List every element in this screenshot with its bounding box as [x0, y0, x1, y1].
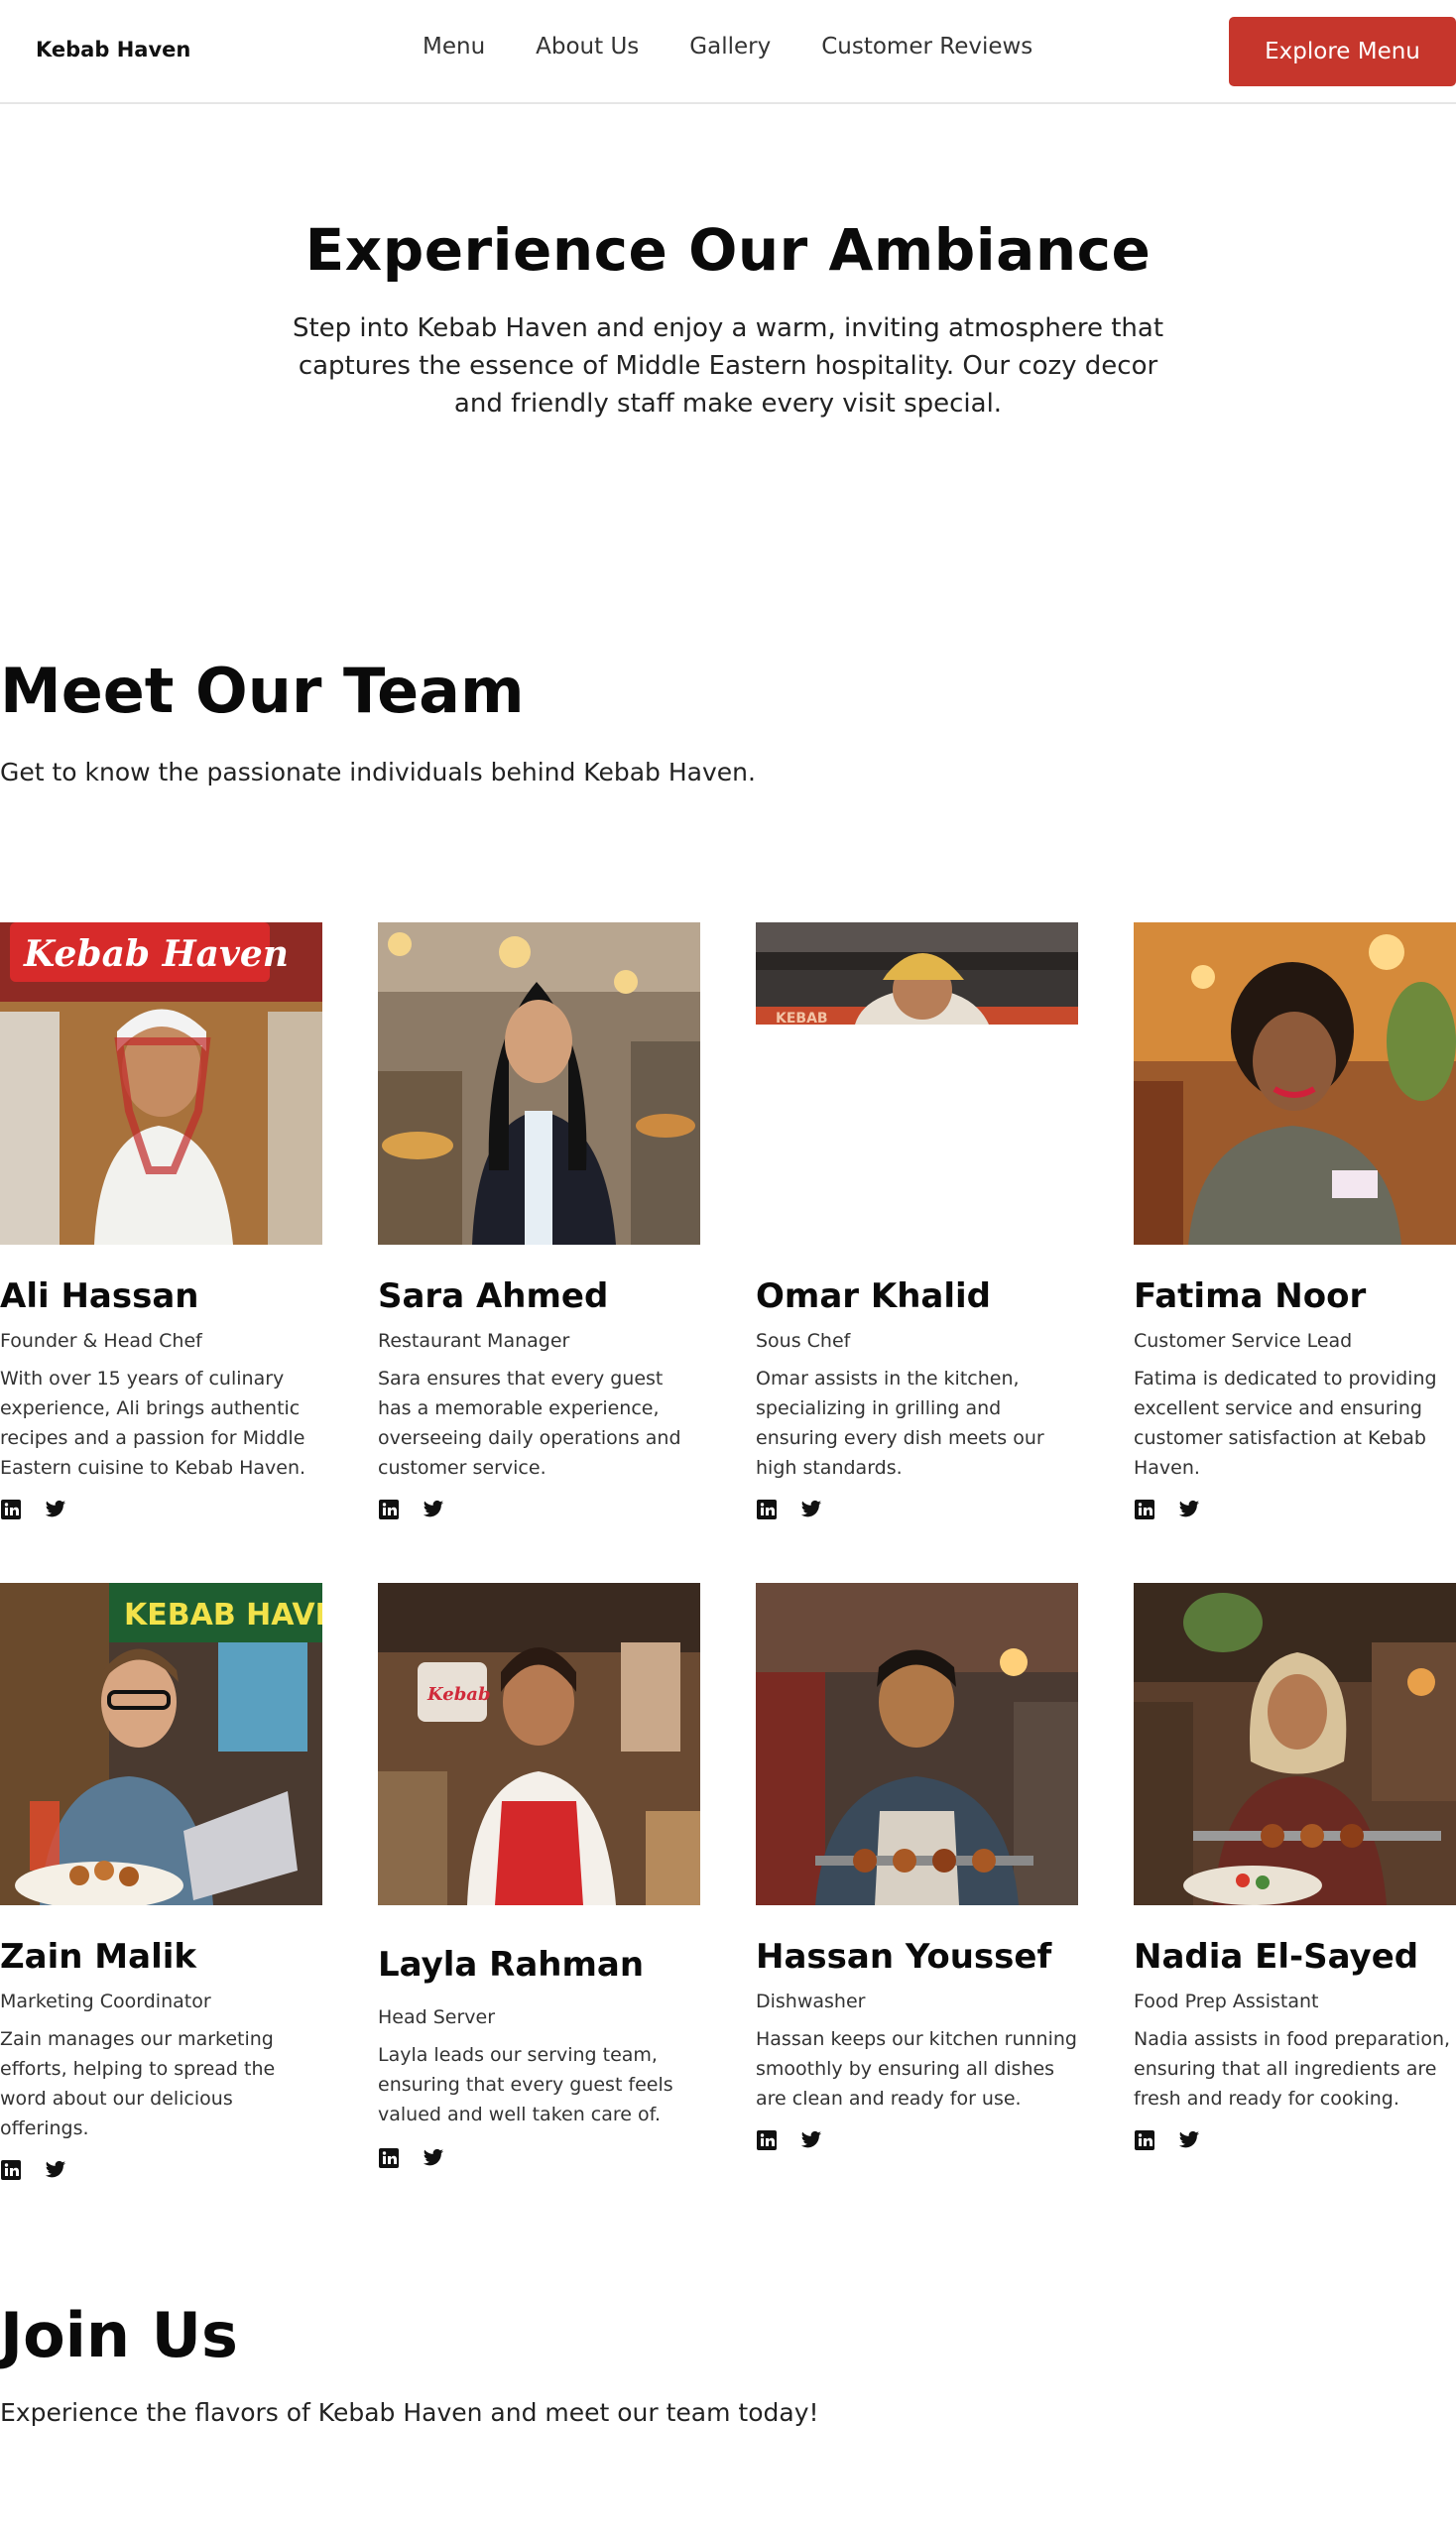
team-member-role: Food Prep Assistant: [1134, 1991, 1319, 2012]
team-member-name: Sara Ahmed: [378, 1276, 609, 1316]
team-member-role: Marketing Coordinator: [0, 1991, 211, 2012]
social-links: [756, 2129, 1078, 2151]
nav-link-about-us[interactable]: About Us: [536, 34, 639, 60]
team-member-photo: KEBAB HAVEN: [0, 1583, 322, 1905]
team-member-bio: Omar assists in the kitchen, specializin…: [756, 1368, 1044, 1479]
team-member-photo: [1134, 1583, 1456, 1905]
photo-sign-text: KEBAB: [776, 1011, 828, 1027]
team-member-role: Restaurant Manager: [378, 1330, 570, 1352]
social-links: [0, 2159, 322, 2181]
team-card: KEBAB Omar Khalid Sous Chef Omar assists…: [756, 922, 1078, 1520]
nav-link-menu[interactable]: Menu: [423, 34, 485, 60]
team-member-role: Founder & Head Chef: [0, 1330, 202, 1352]
team-member-role: Dishwasher: [756, 1991, 866, 2012]
linkedin-icon[interactable]: [1134, 1499, 1155, 1520]
linkedin-icon[interactable]: [378, 2147, 400, 2169]
twitter-icon[interactable]: [1178, 1499, 1200, 1520]
social-links: [756, 1499, 1078, 1520]
linkedin-icon[interactable]: [756, 1499, 778, 1520]
team-member-photo: Kebab: [378, 1583, 700, 1905]
join-title: Join Us: [0, 2299, 238, 2371]
team-subtitle: Get to know the passionate individuals b…: [0, 758, 756, 786]
linkedin-icon[interactable]: [756, 2129, 778, 2151]
team-card: Kebab Haven Ali Hassan Founder & Head Ch…: [0, 922, 322, 1520]
team-member-name: Omar Khalid: [756, 1276, 992, 1316]
team-card: Nadia El-Sayed Food Prep Assistant Nadia…: [1134, 1583, 1456, 2151]
team-member-name: Fatima Noor: [1134, 1276, 1367, 1316]
twitter-icon[interactable]: [800, 1499, 822, 1520]
ambiance-section: Experience Our Ambiance Step into Kebab …: [0, 216, 1456, 423]
nav-link-gallery[interactable]: Gallery: [689, 34, 771, 60]
team-member-role: Customer Service Lead: [1134, 1330, 1353, 1352]
linkedin-icon[interactable]: [1134, 2129, 1155, 2151]
team-member-bio: With over 15 years of culinary experienc…: [0, 1368, 306, 1479]
twitter-icon[interactable]: [800, 2129, 822, 2151]
team-member-bio: Nadia assists in food preparation, ensur…: [1134, 2028, 1451, 2110]
social-links: [0, 1499, 322, 1520]
team-card: Fatima Noor Customer Service Lead Fatima…: [1134, 922, 1456, 1520]
linkedin-icon[interactable]: [0, 1499, 22, 1520]
twitter-icon[interactable]: [423, 2147, 444, 2169]
team-card: Sara Ahmed Restaurant Manager Sara ensur…: [378, 922, 700, 1520]
top-navbar: Kebab Haven Menu About Us Gallery Custom…: [0, 0, 1456, 104]
social-links: [378, 1499, 700, 1520]
brand-logo[interactable]: Kebab Haven: [36, 38, 190, 61]
team-member-bio: Hassan keeps our kitchen running smoothl…: [756, 2028, 1077, 2110]
nav-link-customer-reviews[interactable]: Customer Reviews: [821, 34, 1032, 60]
team-member-photo: [756, 1583, 1078, 1905]
team-member-name: Hassan Youssef: [756, 1937, 1052, 1977]
explore-menu-button[interactable]: Explore Menu: [1229, 17, 1456, 86]
linkedin-icon[interactable]: [0, 2159, 22, 2181]
team-member-bio: Fatima is dedicated to providing excelle…: [1134, 1368, 1437, 1479]
ambiance-title: Experience Our Ambiance: [304, 216, 1152, 284]
team-member-role: Sous Chef: [756, 1330, 851, 1352]
photo-sign-text: Kebab Haven: [23, 933, 289, 975]
team-card: KEBAB HAVEN Zain Malik Marketing Coordin…: [0, 1583, 322, 2181]
team-member-photo: [378, 922, 700, 1245]
photo-sign-text: KEBAB HAVEN: [124, 1598, 322, 1632]
team-member-bio: Zain manages our marketing efforts, help…: [0, 2028, 276, 2139]
team-member-name: Ali Hassan: [0, 1276, 199, 1316]
team-title: Meet Our Team: [0, 655, 525, 727]
ambiance-text: Step into Kebab Haven and enjoy a warm, …: [292, 313, 1164, 419]
team-member-name: Zain Malik: [0, 1937, 196, 1977]
team-member-photo: [1134, 922, 1456, 1245]
twitter-icon[interactable]: [45, 1499, 66, 1520]
photo-sign-text: Kebab: [426, 1684, 491, 1705]
team-member-bio: Sara ensures that every guest has a memo…: [378, 1368, 681, 1479]
nav-links: Menu About Us Gallery Customer Reviews: [423, 34, 1083, 60]
team-member-role: Head Server: [378, 2006, 496, 2028]
join-text: Experience the flavors of Kebab Haven an…: [0, 2398, 819, 2427]
team-member-bio: Layla leads our serving team, ensuring t…: [378, 2044, 673, 2125]
social-links: [1134, 2129, 1456, 2151]
team-member-photo: Kebab Haven: [0, 922, 322, 1245]
social-links: [1134, 1499, 1456, 1520]
twitter-icon[interactable]: [45, 2159, 66, 2181]
linkedin-icon[interactable]: [378, 1499, 400, 1520]
team-member-name: Nadia El-Sayed: [1134, 1937, 1419, 1977]
social-links: [378, 2147, 700, 2169]
team-card: Hassan Youssef Dishwasher Hassan keeps o…: [756, 1583, 1078, 2151]
team-member-name: Layla Rahman: [378, 1945, 645, 1985]
team-member-photo: KEBAB: [756, 922, 1078, 1245]
twitter-icon[interactable]: [423, 1499, 444, 1520]
team-card: Kebab Layla Rahman Head Server Layla lea…: [378, 1583, 700, 2169]
twitter-icon[interactable]: [1178, 2129, 1200, 2151]
